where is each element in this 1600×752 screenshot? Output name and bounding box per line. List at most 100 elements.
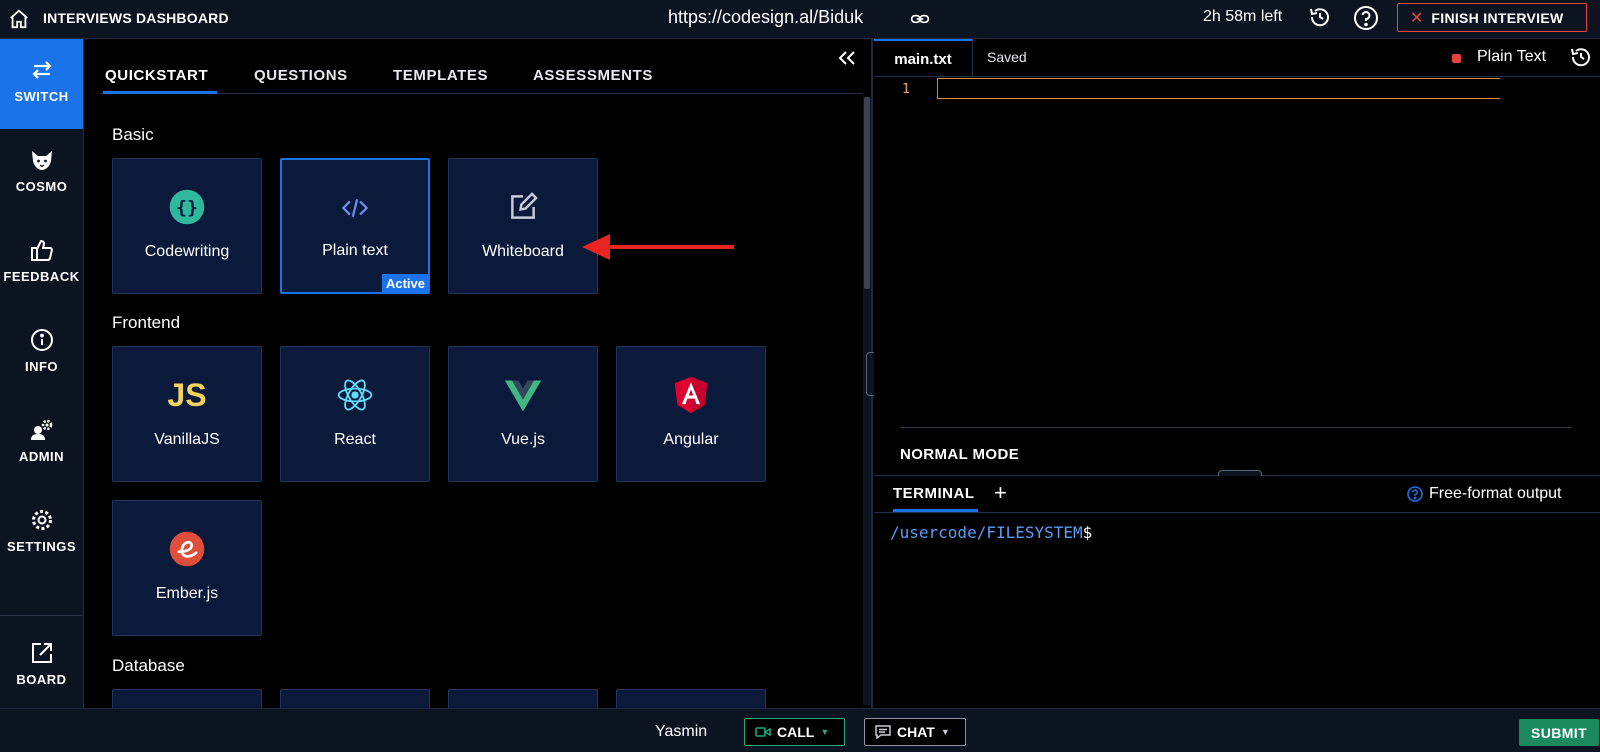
tile-react[interactable]: React [280, 346, 430, 482]
nav-switch[interactable]: SWITCH [0, 39, 83, 129]
finish-interview-label: FINISH INTERVIEW [1431, 9, 1564, 26]
vue-logo-icon [501, 373, 545, 417]
nav-info-label: INFO [24, 359, 59, 374]
time-left: 2h 58m left [1203, 8, 1283, 25]
call-label: CALL [777, 724, 815, 740]
tile-vue[interactable]: Vue.js [448, 346, 598, 482]
javascript-icon: JS [165, 373, 209, 417]
add-terminal-button[interactable]: + [994, 480, 1007, 506]
top-bar: INTERVIEWS DASHBOARD https://codesign.al… [0, 0, 1600, 39]
tile-plain-text-label: Plain text [322, 242, 388, 259]
file-history-icon[interactable] [1569, 45, 1593, 69]
nav-settings-label: SETTINGS [6, 539, 76, 554]
home-icon[interactable] [8, 8, 30, 30]
terminal-path: /usercode/FILESYSTEM [890, 523, 1083, 542]
switch-arrows-icon [31, 61, 52, 79]
nav-board[interactable]: BOARD [0, 622, 83, 712]
curly-braces-icon: {} [165, 185, 209, 229]
file-tab-main[interactable]: main.txt [874, 39, 973, 77]
gear-icon [31, 510, 52, 530]
finish-interview-button[interactable]: ✕ FINISH INTERVIEW [1397, 3, 1587, 32]
js-glyph: JS [167, 376, 207, 413]
nav-admin[interactable]: ADMIN [0, 399, 83, 489]
active-badge: Active [381, 274, 429, 293]
editor-pane: main.txt Saved Plain Text 1 NORMAL MODE [874, 39, 1600, 476]
user-name: Yasmin [655, 723, 708, 740]
nav-feedback[interactable]: FEEDBACK [0, 219, 83, 309]
collapse-panel-icon[interactable] [836, 47, 858, 69]
nav-board-label: BOARD [16, 672, 67, 687]
section-basic: Basic [112, 125, 154, 144]
chevron-down-icon: ▼ [940, 727, 950, 737]
session-url: https://codesign.al/Biduk [668, 7, 864, 27]
chat-button[interactable]: CHAT ▼ [864, 718, 966, 746]
tile-database-3[interactable] [448, 689, 598, 709]
tab-terminal[interactable]: TERMINAL [893, 485, 975, 502]
bottom-bar: Yasmin CALL ▼ CHAT ▼ SUBMIT [0, 708, 1600, 752]
call-button[interactable]: CALL ▼ [744, 718, 845, 746]
help-icon[interactable] [1353, 5, 1379, 31]
nav-settings[interactable]: SETTINGS [0, 489, 83, 579]
tile-codewriting-label: Codewriting [144, 243, 230, 260]
terminal-tab-underline [874, 512, 1600, 513]
active-tab-indicator [103, 91, 217, 94]
close-icon: ✕ [1410, 9, 1424, 27]
tile-codewriting[interactable]: {} Codewriting [112, 158, 262, 294]
chat-label: CHAT [897, 724, 935, 740]
cosmo-fox-icon [31, 151, 52, 170]
tab-templates[interactable]: TEMPLATES [393, 67, 488, 84]
help-circle-icon [1407, 486, 1423, 502]
nav-cosmo[interactable]: COSMO [0, 129, 83, 219]
tile-vanillajs[interactable]: JS VanillaJS [112, 346, 262, 482]
editor-current-line[interactable] [937, 78, 1500, 99]
free-format-output-toggle[interactable]: Free-format output [1407, 485, 1562, 503]
nav-switch-label: SWITCH [14, 89, 69, 104]
line-number: 1 [902, 82, 910, 97]
tile-vue-label: Vue.js [501, 431, 545, 448]
tile-whiteboard[interactable]: Whiteboard [448, 158, 598, 294]
tile-database-2[interactable] [280, 689, 430, 709]
terminal-prompt[interactable]: /usercode/FILESYSTEM$ [890, 523, 1092, 542]
code-tag-icon [333, 186, 377, 230]
editor-tab-bar: main.txt Saved Plain Text [874, 39, 1600, 77]
section-database: Database [112, 656, 185, 675]
free-format-label: Free-format output [1429, 485, 1562, 502]
history-icon[interactable] [1308, 5, 1332, 29]
react-atom-icon [333, 373, 377, 417]
nav-divider [0, 615, 83, 616]
tile-angular-label: Angular [663, 431, 719, 448]
admin-gear-user-icon [30, 419, 52, 440]
panel-scrollbar-thumb[interactable] [864, 97, 870, 289]
ember-logo-icon [165, 527, 209, 571]
video-camera-icon [755, 727, 771, 737]
tile-vanillajs-label: VanillaJS [154, 431, 220, 448]
copy-link-icon[interactable] [910, 9, 930, 29]
language-selector[interactable]: Plain Text [1477, 48, 1546, 66]
tile-database-4[interactable] [616, 689, 766, 709]
terminal-pane: TERMINAL + Free-format output /usercode/… [874, 476, 1600, 708]
dashboard-title[interactable]: INTERVIEWS DASHBOARD [43, 10, 229, 26]
angular-shield-icon [669, 373, 713, 417]
quickstart-panel: QUICKSTART QUESTIONS TEMPLATES ASSESSMEN… [85, 39, 871, 709]
section-frontend: Frontend [112, 313, 181, 332]
left-nav: SWITCH COSMO FEEDBACK INFO ADMIN SETTING… [0, 39, 84, 708]
tile-whiteboard-label: Whiteboard [482, 243, 564, 260]
editor-status-divider [900, 427, 1572, 428]
tile-ember-label: Ember.js [155, 585, 219, 602]
vim-mode-indicator: NORMAL MODE [900, 446, 1020, 463]
tile-ember[interactable]: Ember.js [112, 500, 262, 636]
nav-cosmo-label: COSMO [15, 179, 68, 194]
tab-assessments[interactable]: ASSESSMENTS [533, 67, 653, 84]
tile-plain-text[interactable]: Plain text Active [280, 158, 430, 294]
tab-questions[interactable]: QUESTIONS [254, 67, 348, 84]
tab-quickstart[interactable]: QUICKSTART [105, 67, 208, 84]
external-link-icon [31, 643, 52, 663]
tile-angular[interactable]: Angular [616, 346, 766, 482]
nav-info[interactable]: INFO [0, 309, 83, 399]
chevron-down-icon: ▼ [820, 727, 830, 737]
submit-button[interactable]: SUBMIT [1519, 719, 1599, 746]
tile-database-1[interactable] [112, 689, 262, 709]
chat-bubble-icon [875, 725, 891, 739]
edit-square-icon [501, 185, 545, 229]
nav-admin-label: ADMIN [18, 449, 65, 464]
